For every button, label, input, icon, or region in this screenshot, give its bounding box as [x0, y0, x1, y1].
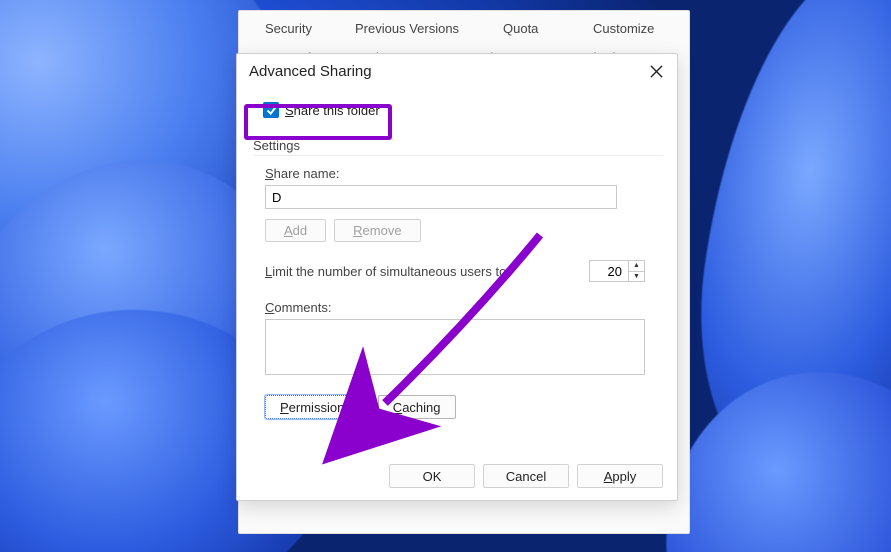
title-bar: Advanced Sharing [237, 54, 677, 94]
permissions-button[interactable]: Permissions [265, 395, 366, 419]
close-button[interactable] [647, 62, 665, 80]
share-name-label: Share name: [265, 166, 663, 181]
dialog-title: Advanced Sharing [249, 63, 372, 80]
tab-quota[interactable]: Quota [487, 17, 577, 40]
remove-button: Remove [334, 219, 420, 242]
spinner-down-icon[interactable]: ▼ [629, 272, 644, 282]
spinner-up-icon[interactable]: ▲ [629, 261, 644, 272]
tab-customize[interactable]: Customize [577, 17, 677, 40]
comments-label: Comments: [265, 300, 663, 315]
ok-button[interactable]: OK [389, 464, 475, 488]
tab-previous-versions[interactable]: Previous Versions [339, 17, 487, 40]
limit-spinner[interactable]: 20 ▲ ▼ [589, 260, 645, 282]
close-icon [650, 65, 663, 78]
apply-button[interactable]: Apply [577, 464, 663, 488]
share-checkbox-label: Share this folder [285, 103, 380, 118]
tabs-row-1: Security Previous Versions Quota Customi… [239, 11, 689, 40]
settings-group-label: Settings [253, 138, 663, 156]
cancel-button[interactable]: Cancel [483, 464, 569, 488]
checkbox-icon [263, 102, 279, 118]
tab-security[interactable]: Security [249, 17, 339, 40]
limit-label: Limit the number of simultaneous users t… [265, 264, 510, 279]
limit-value: 20 [590, 264, 628, 279]
comments-input[interactable] [265, 319, 645, 375]
share-this-folder-checkbox[interactable]: Share this folder [253, 96, 390, 124]
caching-button[interactable]: Caching [378, 395, 456, 419]
advanced-sharing-dialog: Advanced Sharing Share this folder Setti… [236, 53, 678, 501]
share-name-input[interactable] [265, 185, 617, 209]
add-button: Add [265, 219, 326, 242]
